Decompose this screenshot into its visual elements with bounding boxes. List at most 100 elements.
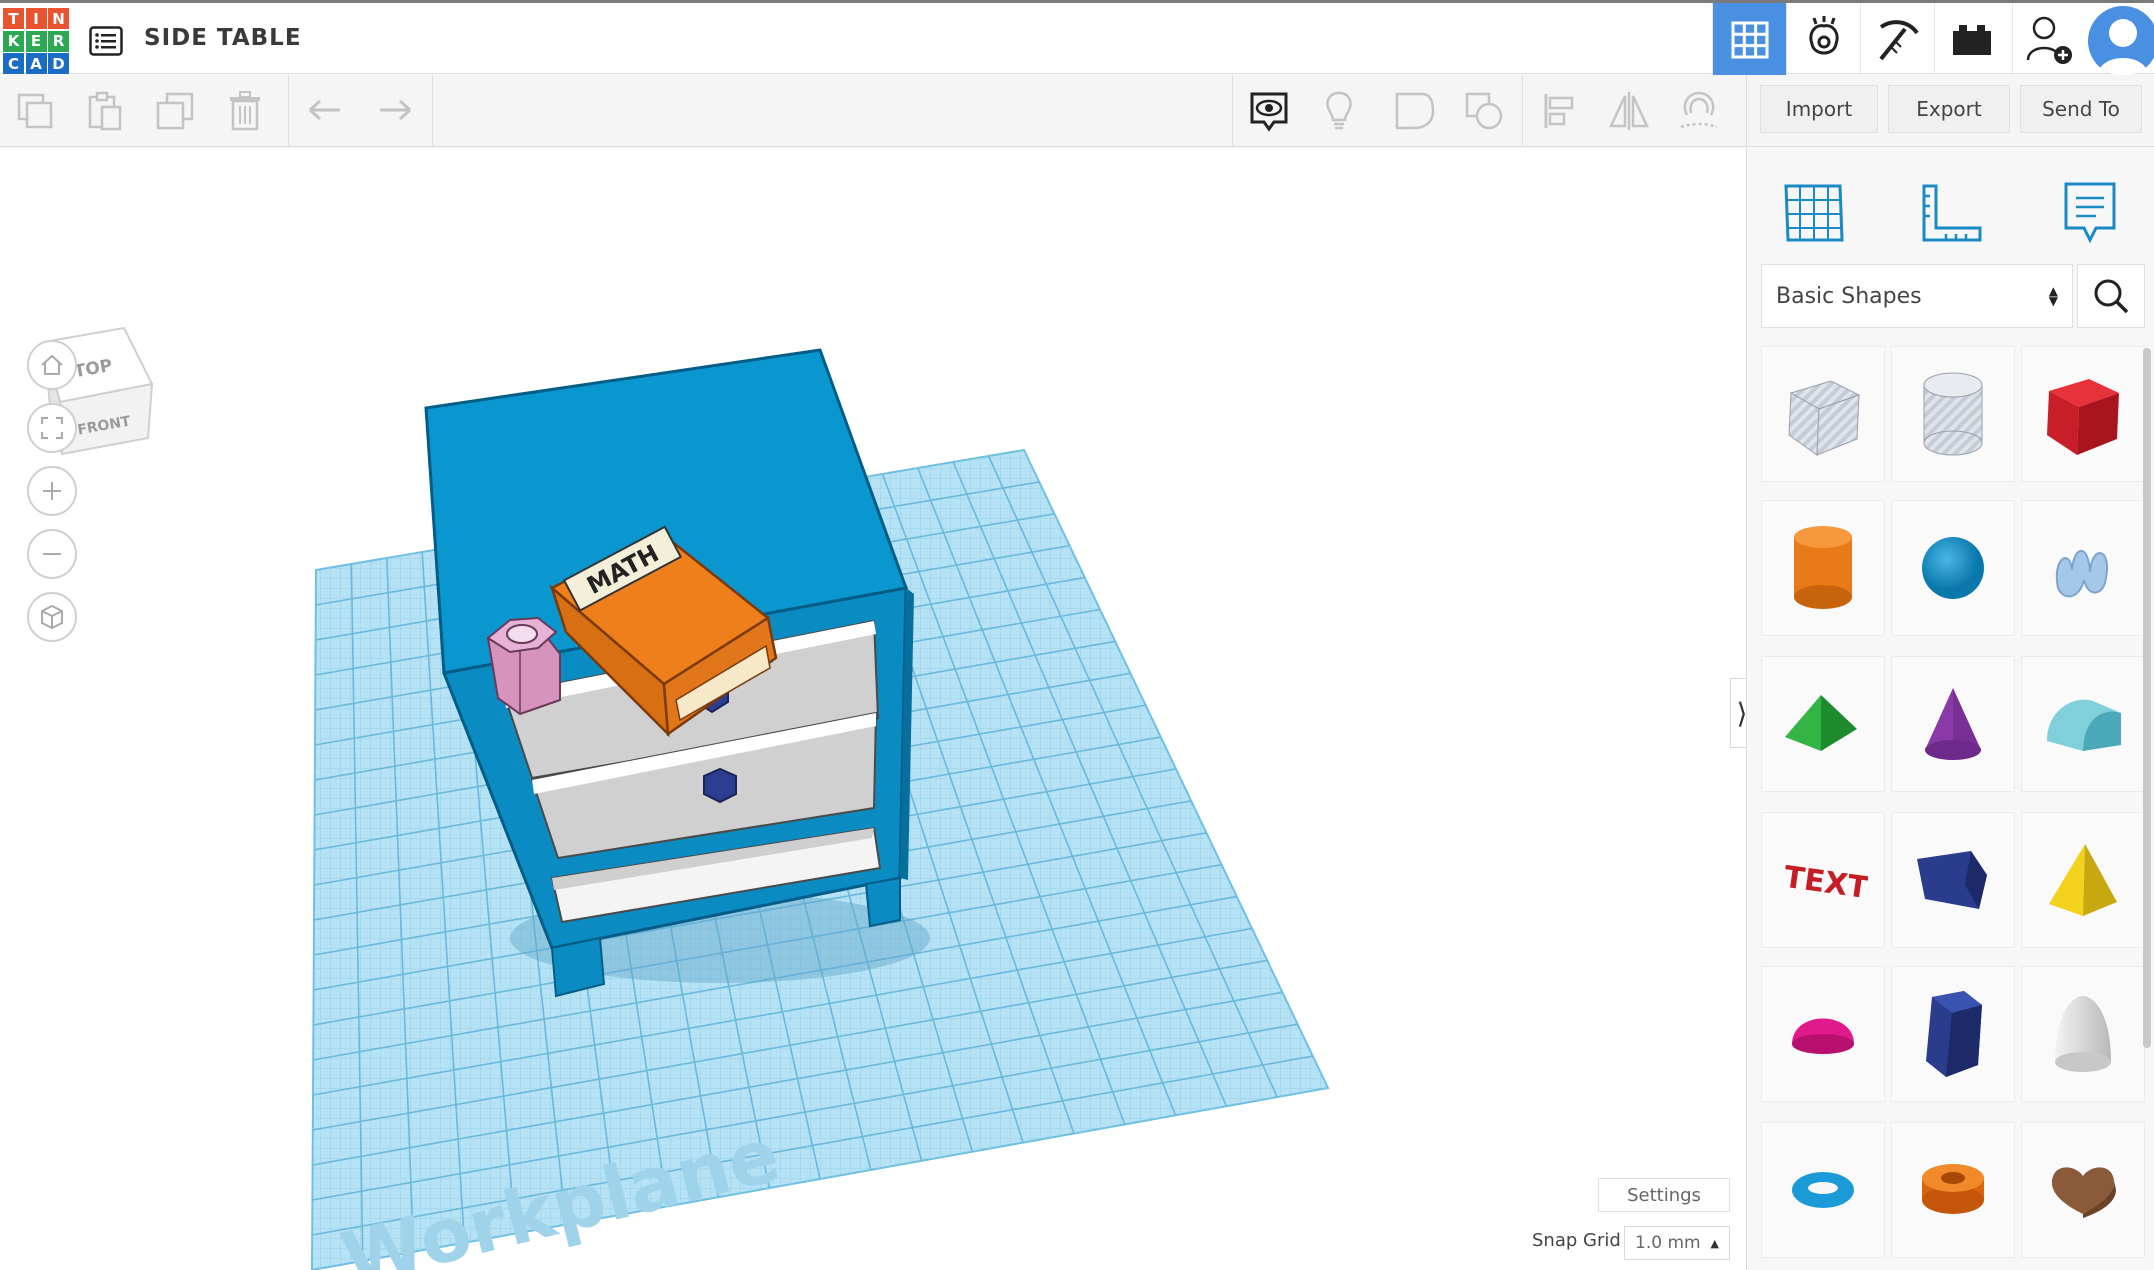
design-canvas[interactable]: Workplane MATH TOP FRONT Settings Snap G… <box>0 148 1746 1270</box>
add-user-icon <box>2026 16 2072 64</box>
send-to-button[interactable]: Send To <box>2020 85 2142 133</box>
shape-category-value: Basic Shapes <box>1776 283 1922 309</box>
box-hole-icon <box>1788 380 1861 456</box>
design-title[interactable]: SIDE TABLE <box>144 25 302 51</box>
mirror-button[interactable] <box>1594 75 1664 147</box>
shape-heart[interactable] <box>2021 1122 2145 1258</box>
cylinder-icon <box>1794 526 1852 609</box>
settings-button[interactable]: Settings <box>1598 1178 1730 1212</box>
3d-design-view-button[interactable] <box>1712 3 1786 77</box>
ruler-icon <box>1922 184 1982 242</box>
shape-generator-icon <box>1917 851 1987 909</box>
logo-letter: I <box>25 8 47 29</box>
copy-button[interactable] <box>0 75 70 147</box>
shape-box-hole[interactable] <box>1761 346 1885 482</box>
sphere-icon <box>1922 537 1984 599</box>
minus-icon <box>43 553 61 555</box>
cube-outline-icon <box>41 604 63 630</box>
shape-generator[interactable] <box>1891 812 2015 948</box>
shape-tube[interactable] <box>1891 1122 2015 1258</box>
paste-button[interactable] <box>70 75 140 147</box>
codeblocks-view-button[interactable] <box>1860 3 1934 77</box>
home-view-button[interactable] <box>27 340 77 390</box>
cylinder-hole-icon <box>1923 372 1983 456</box>
shape-search-button[interactable] <box>2077 264 2145 328</box>
torus-icon <box>1792 1172 1854 1208</box>
shape-sphere[interactable] <box>1891 500 2015 636</box>
brick-icon <box>1952 25 1991 55</box>
shape-roof[interactable] <box>1761 656 1885 792</box>
undo-button[interactable] <box>290 75 360 147</box>
circuits-view-button[interactable] <box>1786 3 1860 77</box>
caret-up-icon: ▲ <box>1710 1236 1719 1250</box>
pencil-cup-model[interactable] <box>486 616 561 716</box>
bricks-view-button[interactable] <box>1934 3 2008 77</box>
invite-user-button[interactable] <box>2012 3 2086 77</box>
grid-icon <box>1731 21 1768 59</box>
redo-button[interactable] <box>360 75 430 147</box>
shape-text[interactable]: TEXT <box>1761 812 1885 948</box>
home-icon <box>41 354 63 375</box>
shape-round-roof[interactable] <box>2021 656 2145 792</box>
eye-speech-icon <box>1250 92 1288 132</box>
paraboloid-icon <box>2055 996 2111 1072</box>
svg-text:TEXT: TEXT <box>1782 860 1868 907</box>
cone-icon <box>1925 688 1981 760</box>
notes-toggle-button[interactable] <box>1234 75 1304 147</box>
pickaxe-icon <box>1878 20 1919 61</box>
delete-button[interactable] <box>210 75 280 147</box>
shape-cylinder[interactable] <box>1761 500 1885 636</box>
shape-category-select[interactable]: Basic Shapes ▲ ▼ <box>1761 264 2073 328</box>
select-arrows-icon: ▲ ▼ <box>2048 284 2058 308</box>
workplane-tool-button[interactable] <box>1769 168 1859 258</box>
snap-grid-value: 1.0 mm <box>1635 1233 1701 1253</box>
shape-pyramid[interactable] <box>2021 812 2145 948</box>
zoom-out-button[interactable] <box>27 529 77 579</box>
light-bulb-button[interactable] <box>1304 75 1374 147</box>
shape-box[interactable] <box>2021 346 2145 482</box>
shapes-panel: Basic Shapes ▲ ▼ TEXT <box>1746 148 2154 1270</box>
text-3d-icon: TEXT <box>1782 860 1868 907</box>
shape-paraboloid[interactable] <box>2021 966 2145 1102</box>
tinkercad-logo[interactable]: T I N K E R C A D <box>3 8 69 74</box>
align-button[interactable] <box>1524 75 1594 147</box>
design-list-button[interactable] <box>86 21 126 61</box>
ruler-tool-button[interactable] <box>1907 168 1997 258</box>
list-icon <box>89 26 123 56</box>
roof-icon <box>1785 695 1857 751</box>
shape-polygon[interactable] <box>1891 966 2015 1102</box>
edit-toolbar <box>0 75 1746 147</box>
zoom-in-button[interactable] <box>27 466 77 516</box>
box-icon <box>2047 379 2119 455</box>
trash-icon <box>230 91 260 131</box>
shape-cone[interactable] <box>1891 656 2015 792</box>
shape-torus[interactable] <box>1761 1122 1885 1258</box>
duplicate-button[interactable] <box>140 75 210 147</box>
cruise-button[interactable] <box>1664 75 1734 147</box>
import-button[interactable]: Import <box>1760 85 1878 133</box>
logo-letter: E <box>25 30 47 52</box>
logo-letter: T <box>3 8 24 29</box>
logo-letter: R <box>48 30 69 52</box>
shape-half-sphere[interactable] <box>1761 966 1885 1102</box>
duplicate-icon <box>156 92 194 130</box>
ungroup-icon <box>1465 92 1503 130</box>
user-avatar[interactable] <box>2088 6 2154 76</box>
align-icon <box>1544 94 1574 128</box>
shapes-scrollbar[interactable] <box>2143 348 2151 1048</box>
ungroup-button[interactable] <box>1450 75 1520 147</box>
perspective-button[interactable] <box>27 592 77 642</box>
redo-icon <box>380 99 412 121</box>
export-button[interactable]: Export <box>1888 85 2010 133</box>
shape-scribble[interactable] <box>2021 500 2145 636</box>
3d-scene[interactable]: Workplane MATH TOP FRONT <box>0 148 1746 1270</box>
top-bar: T I N K E R C A D SIDE TABLE <box>0 0 2154 77</box>
shape-cylinder-hole[interactable] <box>1891 346 2015 482</box>
notes-tool-button[interactable] <box>2045 168 2135 258</box>
snap-grid-select[interactable]: 1.0 mm ▲ <box>1624 1226 1730 1260</box>
magnet-hand-icon <box>1680 91 1718 129</box>
logo-letter: N <box>48 8 69 29</box>
fit-view-button[interactable] <box>27 403 77 453</box>
round-roof-icon <box>2047 699 2121 751</box>
group-button[interactable] <box>1380 75 1450 147</box>
